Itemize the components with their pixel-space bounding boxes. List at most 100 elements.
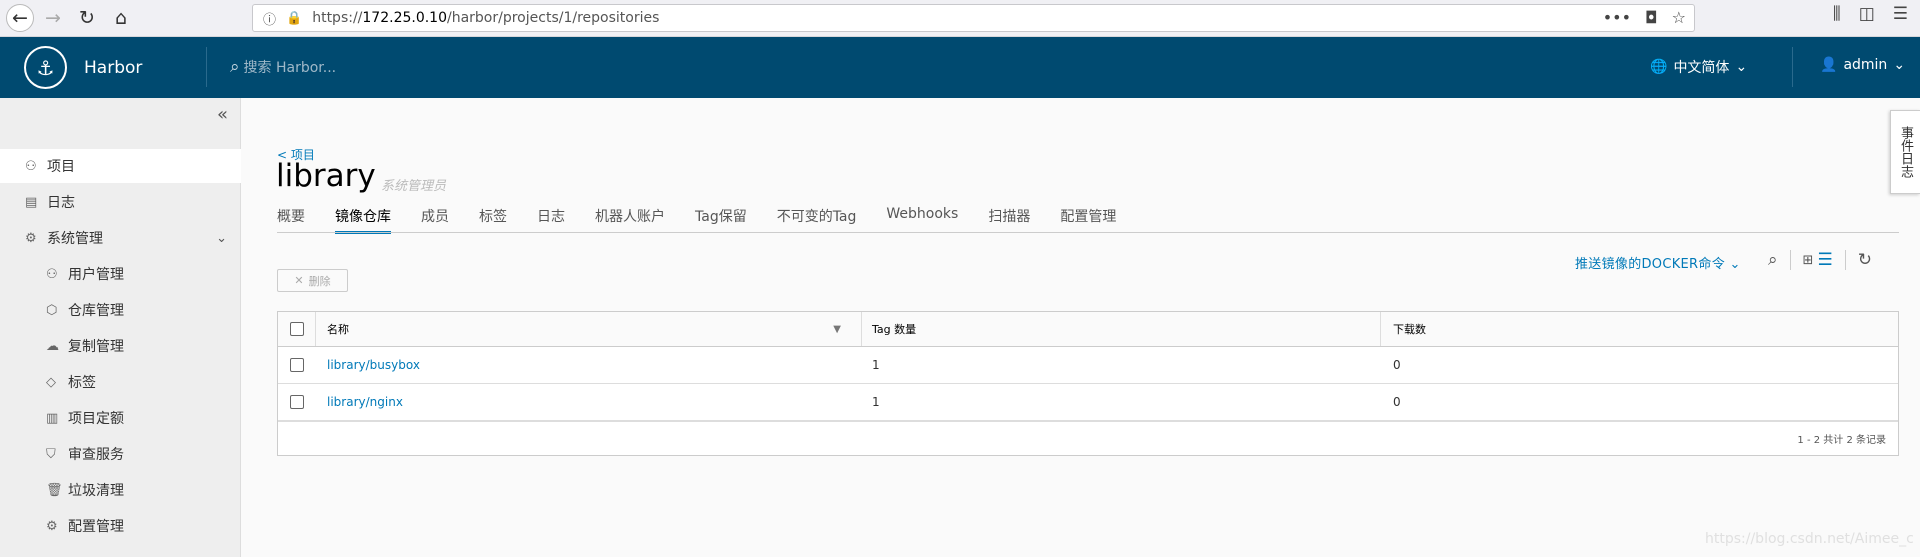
trash-icon: 🗑 — [46, 482, 63, 498]
card-view-icon[interactable]: ⊞ — [1803, 253, 1814, 268]
brand-name[interactable]: Harbor — [84, 58, 142, 78]
repository-link[interactable]: library/nginx — [327, 395, 403, 409]
global-search[interactable]: ⌕ 搜索 Harbor... — [230, 57, 336, 77]
more-icon[interactable]: ••• — [1603, 8, 1631, 27]
sidebar-item-users[interactable]: ⚇ 用户管理 — [0, 257, 241, 291]
language-selector[interactable]: 🌐 中文简体 ⌄ — [1650, 57, 1747, 77]
tab-summary[interactable]: 概要 — [277, 206, 305, 230]
tab-immutable-tags[interactable]: 不可变的Tag — [777, 206, 857, 230]
event-log-tab[interactable]: 事件日志 — [1890, 110, 1920, 194]
user-icon: 👤 — [1820, 57, 1838, 73]
tabs-divider — [277, 232, 1899, 233]
home-icon[interactable]: ⌂ — [106, 3, 136, 33]
chevron-down-icon: ⌄ — [1735, 59, 1748, 75]
tag-icon: ◇ — [46, 374, 56, 390]
sidebar-item-registries[interactable]: ⬡ 仓库管理 — [0, 293, 241, 327]
replication-icon: ☁ — [46, 338, 59, 354]
collapse-sidebar-icon[interactable]: « — [217, 104, 228, 125]
browser-toolbar: ← → ↻ ⌂ ⓘ 🔒 https://172.25.0.10/harbor/p… — [0, 0, 1920, 37]
sidebar-item-replications[interactable]: ☁ 复制管理 — [0, 329, 241, 363]
gear-icon: ⚙ — [46, 518, 58, 534]
tab-logs[interactable]: 日志 — [537, 206, 565, 230]
search-icon: ⌕ — [230, 57, 240, 77]
search-icon[interactable]: ⌕ — [1768, 250, 1778, 270]
tag-count: 1 — [872, 358, 880, 372]
delete-button[interactable]: ✕ 删除 — [277, 269, 348, 292]
column-tags[interactable]: Tag 数量 — [862, 312, 1381, 346]
tab-robot-accounts[interactable]: 机器人账户 — [595, 206, 665, 230]
table-footer: 1 - 2 共计 2 条记录 — [278, 421, 1898, 455]
sidebar-item-gc[interactable]: 🗑 垃圾清理 — [0, 473, 241, 507]
library-icon[interactable]: ⫼ — [1833, 4, 1841, 24]
view-toolbar: ⌕ ⊞ ☰ ↻ — [1768, 250, 1872, 270]
tab-repositories[interactable]: 镜像仓库 — [335, 206, 391, 234]
menu-icon[interactable]: ☰ — [1893, 4, 1908, 24]
tab-webhooks[interactable]: Webhooks — [886, 206, 958, 230]
table-row: library/busybox 1 0 — [278, 347, 1898, 384]
list-view-icon[interactable]: ☰ — [1817, 250, 1832, 270]
pull-count: 0 — [1393, 395, 1401, 409]
log-icon: ▤ — [25, 194, 38, 210]
column-pulls[interactable]: 下载数 — [1381, 312, 1898, 346]
row-select-cell — [278, 384, 316, 420]
url-bar[interactable]: ⓘ 🔒 https://172.25.0.10/harbor/projects/… — [252, 4, 1695, 32]
column-name[interactable]: 名称 ▼ — [316, 312, 862, 346]
sidebar-item-interrogation[interactable]: ⛉ 审查服务 — [0, 437, 241, 471]
toolbar-divider — [1789, 250, 1791, 270]
filter-icon[interactable]: ▼ — [833, 324, 841, 335]
reload-icon[interactable]: ↻ — [72, 3, 102, 33]
header-divider — [206, 47, 207, 87]
sidebar-item-quotas[interactable]: ▥ 项目定额 — [0, 401, 241, 435]
refresh-icon[interactable]: ↻ — [1858, 250, 1872, 270]
select-all-cell — [278, 312, 316, 346]
tab-tag-retention[interactable]: Tag保留 — [695, 206, 747, 230]
sidebar-item-labels[interactable]: ◇ 标签 — [0, 365, 241, 399]
close-icon: ✕ — [294, 274, 304, 287]
table-row: library/nginx 1 0 — [278, 384, 1898, 421]
bookmark-star-icon[interactable]: ☆ — [1672, 8, 1686, 27]
admin-icon: ⚙ — [25, 230, 37, 246]
tag-count: 1 — [872, 395, 880, 409]
tab-scanners[interactable]: 扫描器 — [988, 206, 1030, 230]
sidebar-item-projects[interactable]: ⚇ 项目 — [0, 149, 241, 183]
search-input[interactable]: 搜索 Harbor... — [244, 57, 337, 77]
watermark: https://blog.csdn.net/Aimee_c — [1705, 531, 1914, 547]
header-divider — [1792, 47, 1793, 87]
info-icon[interactable]: ⓘ — [263, 9, 276, 28]
forward-icon[interactable]: → — [38, 3, 68, 33]
tab-members[interactable]: 成员 — [421, 206, 449, 230]
chevron-down-icon: ⌄ — [1893, 57, 1906, 73]
sidebar-item-configuration[interactable]: ⚙ 配置管理 — [0, 509, 241, 543]
sidebar-icon[interactable]: ◫ — [1859, 4, 1875, 24]
app-header: ⚓ Harbor ⌕ 搜索 Harbor... 🌐 中文简体 ⌄ 👤 admin… — [0, 37, 1920, 98]
user-menu[interactable]: 👤 admin ⌄ — [1820, 57, 1905, 73]
pocket-icon[interactable]: ◘ — [1645, 8, 1658, 27]
registry-icon: ⬡ — [46, 302, 58, 318]
table-header: 名称 ▼ Tag 数量 下载数 — [278, 312, 1898, 347]
repository-link[interactable]: library/busybox — [327, 358, 420, 372]
page-title: library — [276, 158, 376, 194]
row-select-cell — [278, 347, 316, 383]
select-all-checkbox[interactable] — [289, 322, 304, 336]
chevron-down-icon[interactable]: ⌄ — [216, 231, 227, 246]
url-text[interactable]: https://172.25.0.10/harbor/projects/1/re… — [312, 10, 659, 26]
sidebar-item-logs[interactable]: ▤ 日志 — [0, 185, 241, 219]
harbor-logo-icon[interactable]: ⚓ — [24, 46, 67, 89]
chevron-down-icon: ⌄ — [1729, 257, 1741, 272]
tab-configuration[interactable]: 配置管理 — [1060, 206, 1116, 230]
lock-warning-icon[interactable]: 🔒 — [286, 11, 302, 26]
row-checkbox[interactable] — [290, 358, 304, 372]
pull-count: 0 — [1393, 358, 1401, 372]
users-icon: ⚇ — [46, 266, 58, 282]
project-role: 系统管理员 — [381, 179, 447, 194]
back-icon[interactable]: ← — [6, 4, 34, 32]
sidebar: « ⚇ 项目 ▤ 日志 ⚙ 系统管理 ⌄ ⚇ 用户管理 ⬡ 仓库管理 ☁ 复制管… — [0, 98, 241, 557]
repositories-table: 名称 ▼ Tag 数量 下载数 library/busybox 1 0 libr… — [277, 311, 1899, 456]
tab-labels[interactable]: 标签 — [479, 206, 507, 230]
push-command-dropdown[interactable]: 推送镜像的DOCKER命令 ⌄ — [1575, 253, 1741, 272]
main-content: < 项目 library 系统管理员 概要 镜像仓库 成员 标签 日志 机器人账… — [241, 98, 1920, 557]
sidebar-item-administration[interactable]: ⚙ 系统管理 ⌄ — [0, 221, 241, 255]
row-checkbox[interactable] — [290, 395, 304, 409]
toolbar-divider — [1844, 250, 1846, 270]
shield-icon: ⛉ — [46, 446, 56, 462]
